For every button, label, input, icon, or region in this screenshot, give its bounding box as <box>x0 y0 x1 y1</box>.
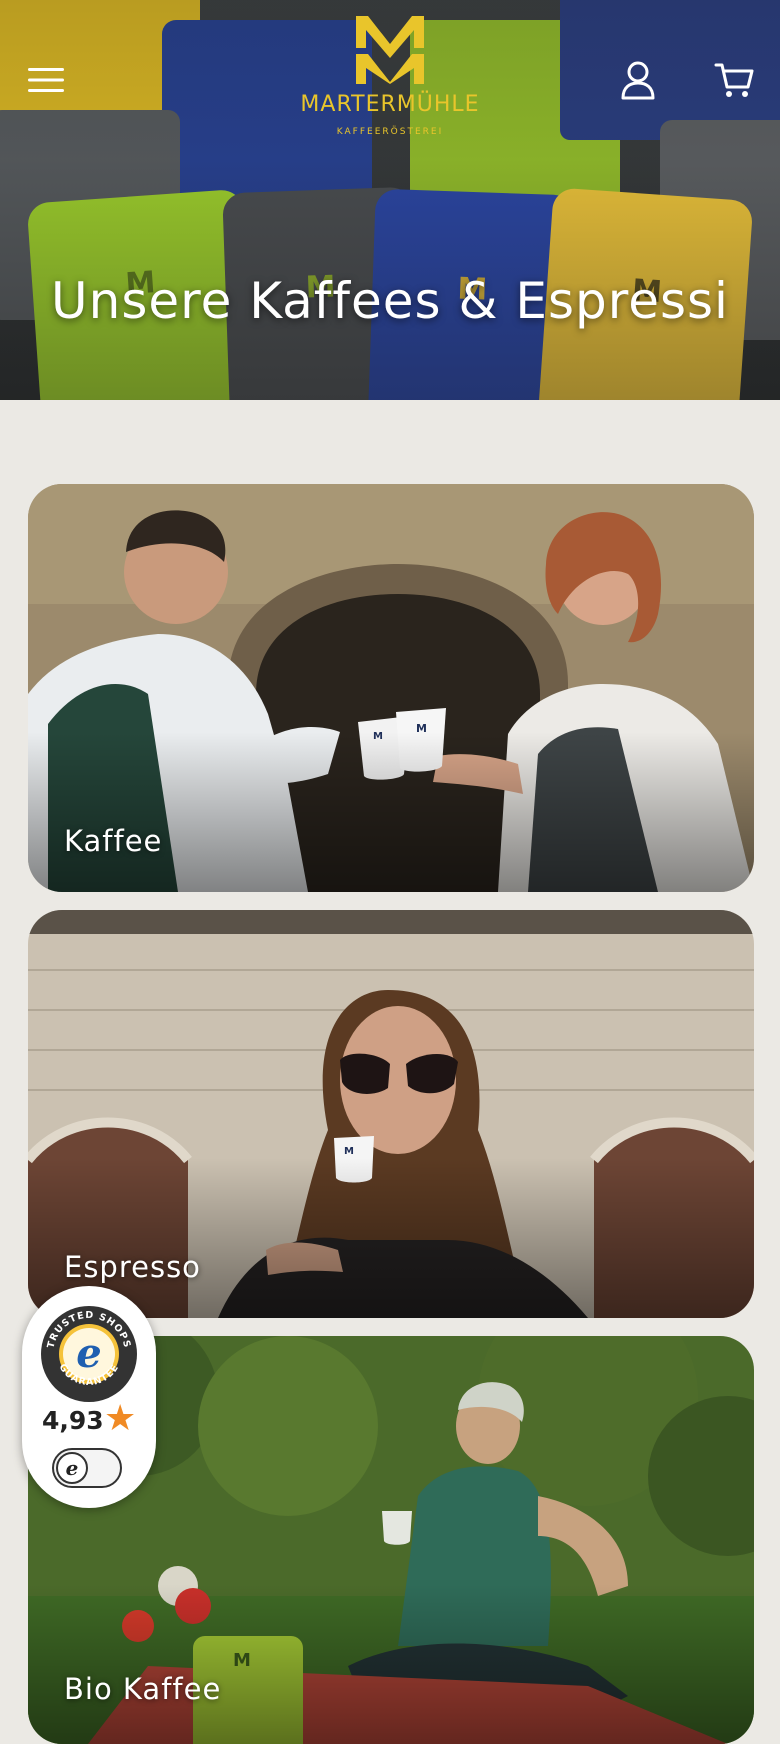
rating-star-icon: ★ <box>104 1398 137 1439</box>
trusted-shops-rating: 4,93 <box>42 1406 104 1435</box>
svg-text:M: M <box>344 1146 354 1157</box>
category-card-kaffee[interactable]: M M Kaffee <box>28 484 754 892</box>
brand-logo-mark-icon <box>356 16 424 84</box>
user-account-icon <box>621 61 655 100</box>
svg-text:e: e <box>76 1330 101 1377</box>
page-title: Unsere Kaffees & Espressi <box>51 272 729 330</box>
trusted-shops-badge[interactable]: e TRUSTED SHOPS GUARANTEE 4,93 ★ e <box>22 1286 156 1508</box>
trusted-shops-toggle-knob: e <box>56 1452 88 1484</box>
trusted-shops-seal-icon: e TRUSTED SHOPS GUARANTEE <box>41 1306 137 1402</box>
hero-banner: M M M M MARTERMÜHLE KAFFEERÖSTEREI <box>0 0 780 400</box>
trusted-shops-toggle[interactable]: e <box>52 1448 122 1488</box>
category-card-espresso[interactable]: M Espresso <box>28 910 754 1318</box>
cart-button[interactable] <box>710 56 758 104</box>
category-label-espresso: Espresso <box>64 1250 201 1284</box>
brand-subtitle: KAFFEERÖSTEREI <box>336 127 444 137</box>
category-card-kaffee-gradient <box>28 732 754 892</box>
account-button[interactable] <box>614 56 662 104</box>
shopping-cart-icon <box>714 63 754 97</box>
menu-button[interactable] <box>22 56 70 104</box>
category-card-espresso-gradient <box>28 1158 754 1318</box>
category-label-kaffee: Kaffee <box>64 824 163 858</box>
category-card-bio-kaffee-gradient <box>28 1584 754 1744</box>
category-label-bio-kaffee: Bio Kaffee <box>64 1672 222 1706</box>
brand-name: MARTERMÜHLE <box>300 92 480 117</box>
brand-logo[interactable]: MARTERMÜHLE KAFFEERÖSTEREI <box>290 14 490 154</box>
hamburger-menu-icon <box>28 68 64 92</box>
